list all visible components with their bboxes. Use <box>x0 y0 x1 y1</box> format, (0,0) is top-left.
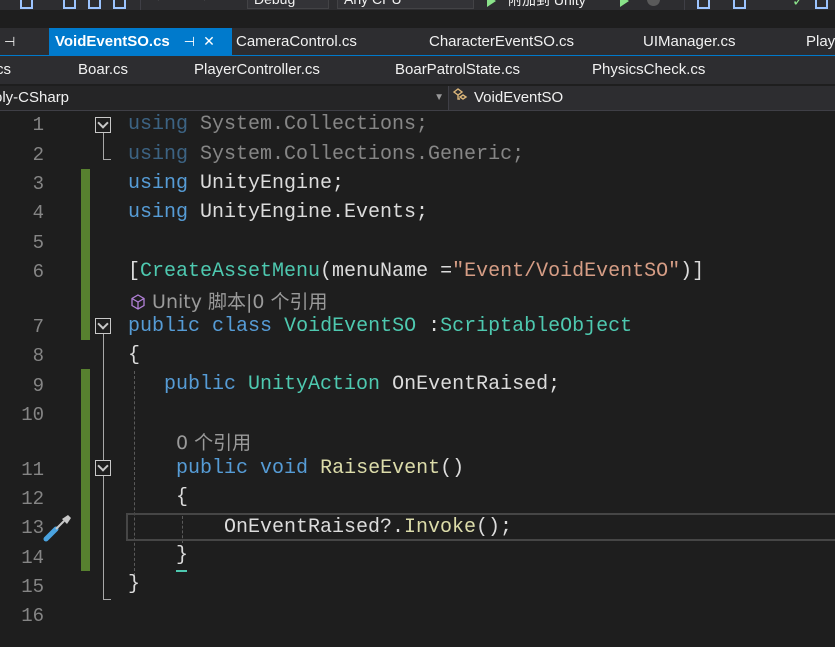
document-tabs-row2: cs Boar.cs PlayerController.cs BoarPatro… <box>0 56 835 84</box>
tool-icon[interactable] <box>815 0 828 9</box>
tab-cameracontrol[interactable]: CameraControl.cs <box>236 28 357 55</box>
code-editor[interactable]: 1 2 3 4 5 6 7 8 9 10 11 12 13 14 15 16 u… <box>0 111 835 647</box>
line-number: 11 <box>21 459 44 481</box>
line-number: 14 <box>21 547 44 569</box>
code-line: } <box>128 573 141 596</box>
start-without-debug-icon[interactable] <box>620 0 629 7</box>
code-line: using UnityEngine.Events; <box>128 201 429 224</box>
collapse-toggle[interactable] <box>95 460 111 476</box>
chevron-down-icon[interactable]: ▼ <box>434 86 444 110</box>
collapse-toggle[interactable] <box>95 318 111 334</box>
codelens-references[interactable]: 0 个引用 <box>176 428 251 455</box>
attach-unity-button[interactable]: 附加到 Unity <box>508 0 586 10</box>
line-number: 16 <box>21 605 44 627</box>
tab-boarpatrolstate[interactable]: BoarPatrolState.cs <box>395 56 520 83</box>
code-line: using System.Collections; <box>128 113 429 136</box>
code-line: { <box>176 486 189 509</box>
class-icon <box>452 86 470 110</box>
line-number: 3 <box>32 173 44 195</box>
save-icon[interactable] <box>88 0 101 9</box>
line-number: 4 <box>32 202 44 224</box>
project-dropdown[interactable]: oly-CSharp ▼ <box>0 86 449 110</box>
tab-charactereventso[interactable]: CharacterEventSO.cs <box>429 28 574 55</box>
record-icon[interactable] <box>647 0 660 6</box>
fold-line-end <box>103 599 111 600</box>
toolbar-separator <box>684 0 685 10</box>
change-indicator <box>81 369 90 571</box>
line-number: 1 <box>32 114 44 136</box>
line-number: 8 <box>32 345 44 367</box>
code-line: { <box>128 344 141 367</box>
tab-play[interactable]: Play <box>806 28 835 55</box>
line-number: 10 <box>21 404 44 426</box>
pin-icon[interactable]: ⊣ <box>4 28 15 55</box>
line-number: 9 <box>32 375 44 397</box>
codelens-text: Unity 脚本|0 个引用 <box>152 291 328 313</box>
indent-guide <box>134 371 135 576</box>
navigation-bar: oly-CSharp ▼ VoidEventSO <box>0 86 835 111</box>
tab-close-icon[interactable]: ✕ <box>203 33 215 49</box>
line-number: 2 <box>32 144 44 166</box>
unity-cube-icon <box>131 294 145 310</box>
tab-uimanager[interactable]: UIManager.cs <box>643 28 736 55</box>
text-caret <box>176 570 187 572</box>
play-icon[interactable] <box>487 0 496 7</box>
line-number: 12 <box>21 488 44 510</box>
line-number: 6 <box>32 261 44 283</box>
code-line: OnEventRaised?.Invoke(); <box>224 516 513 539</box>
document-tabs-row1: ⊣ VoidEventSO.cs ⊣ ✕ CameraControl.cs Char… <box>0 28 835 57</box>
redo-icon[interactable]: ↷ <box>196 0 208 7</box>
line-number: 5 <box>32 232 44 254</box>
code-line: public UnityAction OnEventRaised; <box>164 373 561 396</box>
tab-boar[interactable]: Boar.cs <box>78 56 128 83</box>
line-number: 7 <box>32 316 44 338</box>
class-dropdown[interactable]: VoidEventSO <box>452 86 563 110</box>
codelens-unity-script[interactable]: Unity 脚本|0 个引用 <box>130 287 328 314</box>
code-line: } <box>176 544 189 567</box>
fold-line <box>103 133 104 160</box>
tab-voideventso[interactable]: VoidEventSO.cs ⊣ ✕ <box>49 28 232 55</box>
platform-select[interactable]: Any CPU <box>337 0 474 9</box>
find-icon[interactable] <box>697 0 710 9</box>
code-line: [CreateAssetMenu(menuName ="Event/VoidEv… <box>128 260 705 283</box>
toolbar: ↶ ↷ Debug Any CPU 附加到 Unity ✓ <box>0 0 835 10</box>
home-icon[interactable] <box>733 0 746 9</box>
class-name: VoidEventSO <box>474 89 564 106</box>
change-indicator <box>81 169 90 340</box>
line-number: 15 <box>21 576 44 598</box>
config-select[interactable]: Debug <box>247 0 329 9</box>
tab-pin-icon[interactable]: ⊣ <box>184 34 195 49</box>
new-item-icon[interactable] <box>63 0 76 9</box>
tab-playercontroller[interactable]: PlayerController.cs <box>194 56 320 83</box>
code-line: public void RaiseEvent() <box>176 457 465 480</box>
undo-icon[interactable]: ↶ <box>155 0 167 7</box>
tab-physicscheck[interactable]: PhysicsCheck.cs <box>592 56 705 83</box>
screwdriver-icon[interactable] <box>42 513 74 548</box>
collapse-toggle[interactable] <box>95 117 111 133</box>
fold-line-end <box>103 159 111 160</box>
save-all-icon[interactable] <box>113 0 126 9</box>
code-line: using System.Collections.Generic; <box>128 143 525 166</box>
check-icon[interactable]: ✓ <box>792 0 805 10</box>
tab-label: VoidEventSO.cs <box>55 33 170 50</box>
toolbar-separator <box>140 0 141 10</box>
code-line: using UnityEngine; <box>128 172 345 195</box>
tab-cs[interactable]: cs <box>0 56 11 83</box>
code-line: public class VoidEventSO :ScriptableObje… <box>128 315 633 338</box>
project-name: oly-CSharp <box>0 89 70 106</box>
open-file-icon[interactable] <box>20 0 33 9</box>
line-number: 13 <box>21 517 44 539</box>
